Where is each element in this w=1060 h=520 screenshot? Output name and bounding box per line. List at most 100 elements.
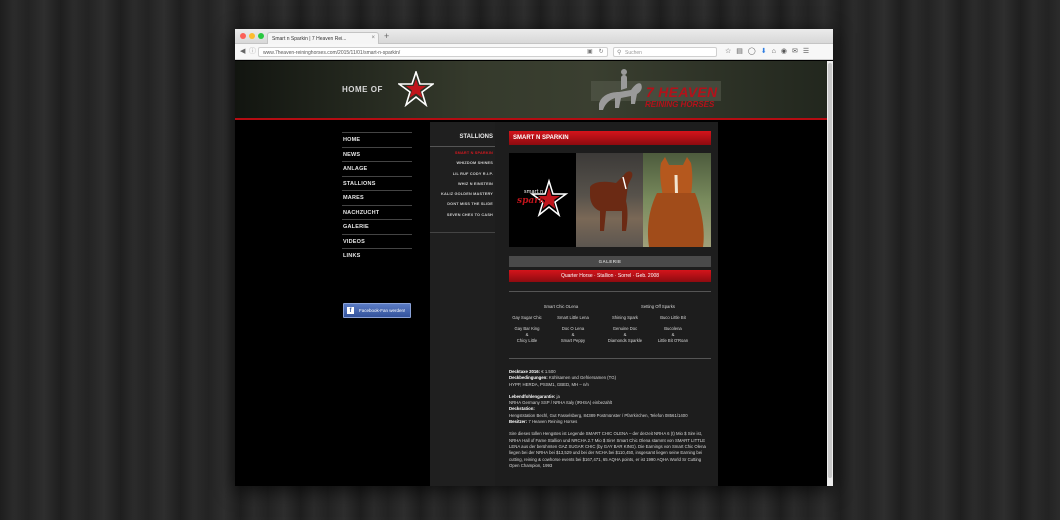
divider: [509, 291, 711, 292]
pedigree-g1b: Chicy Little: [516, 338, 538, 343]
gallery-logo-image[interactable]: sparkin smart n: [509, 153, 576, 247]
chat-icon[interactable]: ✉: [792, 47, 798, 56]
svg-text:sparkin: sparkin: [517, 196, 555, 206]
site-header: HOME OF 7 HEAVEN REINING HORSES: [235, 61, 827, 120]
facebook-label: Facebook-Fan werden!: [359, 308, 406, 313]
stud-details: Decktaxe 2016: € 1.500 Deckbedingungen: …: [509, 369, 711, 475]
search-icon: ⚲: [617, 50, 622, 56]
pedigree-gs4: Buco Little Bit: [660, 315, 686, 320]
stallions-list: SMART N SPARKIN WHIZDOM SHINES LIL RUF C…: [430, 148, 493, 220]
pocket-icon[interactable]: ◯: [748, 47, 756, 56]
back-icon[interactable]: ◀: [240, 47, 245, 56]
scrollbar-thumb[interactable]: [828, 63, 832, 478]
brand-subtitle: REINING HORSES: [645, 100, 715, 109]
reload-icon[interactable]: ↻: [599, 48, 604, 55]
pedigree-sire: Smart Chic OLena: [543, 304, 579, 309]
pedigree-g3b: Diamonds Sparkle: [607, 338, 643, 343]
horse-info-bar: Quarter Horse · Stallion · Sorrel · Geb.…: [509, 270, 711, 282]
pedigree-gs2: Smart Little Lena: [557, 315, 589, 320]
page-scrollbar[interactable]: [827, 61, 833, 486]
description-paragraph: Sire dieses tollen Hengstes ist Legende …: [509, 431, 706, 468]
divider: [430, 232, 495, 233]
lebendfohlen-label: Lebendfohlengarantie:: [509, 393, 556, 399]
decktaxe-label: Decktaxe 2016:: [509, 369, 541, 374]
facebook-icon: f: [347, 307, 354, 314]
address-bar-icons: ▣ ↻: [587, 48, 604, 55]
new-tab-button[interactable]: +: [384, 31, 389, 41]
home-icon[interactable]: ⌂: [772, 47, 776, 56]
pedigree-g4b: Little Bit O'Roan: [657, 338, 689, 343]
download-icon[interactable]: ⬇: [761, 47, 767, 56]
besitzer-label: Besitzer:: [509, 419, 528, 425]
search-input[interactable]: ⚲ Suchen: [613, 47, 717, 57]
nav-item-mares[interactable]: MARES: [342, 190, 412, 205]
stallion-link-seven-chex-to-cash[interactable]: SEVEN CHEX TO CASH: [430, 210, 493, 220]
besitzer-value: 7 Heaven Reining Horses: [528, 419, 578, 425]
page-viewport: HOME OF 7 HEAVEN REINING HORSES HOME NEW…: [235, 61, 833, 486]
nav-item-nachzucht[interactable]: NACHZUCHT: [342, 204, 412, 220]
stallion-link-smart-n-sparkin[interactable]: SMART N SPARKIN: [430, 148, 493, 158]
stallion-link-lil-ruf-cody[interactable]: LIL RUF CODY R.I.P.: [430, 169, 493, 179]
divider: [430, 146, 495, 147]
nav-item-news[interactable]: NEWS: [342, 146, 412, 162]
browser-window: Smart n Sparkin | 7 Heaven Rei... × + ◀ …: [235, 29, 833, 486]
clipboard-icon[interactable]: ▤: [736, 47, 743, 56]
stallion-link-dont-miss-the-slide[interactable]: DONT MISS THE SLIDE: [430, 199, 493, 209]
info-icon[interactable]: ⓘ: [249, 47, 256, 56]
horse-gallery: sparkin smart n: [509, 153, 711, 247]
toolbar-icons: ☆ ▤ ◯ ⬇ ⌂ ◉ ✉ ☰: [725, 47, 809, 56]
deckstation-label: Deckstation:: [509, 406, 535, 412]
svg-text:smart n: smart n: [524, 189, 543, 195]
smart-n-sparkin-logo[interactable]: [398, 71, 434, 107]
station-paragraph: Lebendfohlengarantie: ja NRHA Germany SS…: [509, 394, 711, 425]
search-placeholder: Suchen: [625, 50, 642, 56]
url-text: www.7heaven-reininghorses.com/2015/11/01…: [263, 50, 401, 56]
nav-item-stallions[interactable]: STALLIONS: [342, 175, 412, 191]
divider: [509, 358, 711, 359]
pedigree-gs1: Gay Sugar Chic: [512, 315, 542, 320]
browser-titlebar: Smart n Sparkin | 7 Heaven Rei... × +: [235, 29, 833, 44]
bookmark-star-icon[interactable]: ☆: [725, 47, 731, 56]
page-title: SMART N SPARKIN: [509, 131, 711, 145]
stallion-link-kaliz-golden-mastery[interactable]: KALIZ GOLDEN MASTERY: [430, 189, 493, 199]
stallions-sidebar: STALLIONS SMART N SPARKIN WHIZDOM SHINES…: [430, 122, 495, 486]
nav-item-galerie[interactable]: GALERIE: [342, 219, 412, 234]
facebook-fan-button[interactable]: f Facebook-Fan werden!: [343, 303, 411, 318]
tab-title: Smart n Sparkin | 7 Heaven Rei...: [272, 36, 347, 42]
maximize-window-button[interactable]: [258, 33, 264, 39]
menu-icon[interactable]: ☰: [803, 47, 809, 56]
nav-item-anlage[interactable]: ANLAGE: [342, 161, 412, 176]
pedigree-dam: Setting Off Sparks: [641, 304, 675, 309]
stallion-link-whizdom-shines[interactable]: WHIZDOM SHINES: [430, 158, 493, 168]
reader-view-icon[interactable]: ▣: [587, 48, 593, 55]
deckstation-value: Hengststation Bechl, Gut Fasselsberg, 84…: [509, 412, 688, 418]
decktaxe-value: € 1.500: [541, 369, 556, 374]
gallery-photo-head[interactable]: [643, 153, 711, 247]
horse-head-photo-icon: [647, 157, 704, 247]
window-controls: [240, 33, 264, 39]
close-window-button[interactable]: [240, 33, 246, 39]
nav-item-home[interactable]: HOME: [342, 132, 412, 147]
gallery-photo-full-body[interactable]: [576, 153, 643, 247]
home-of-label: HOME OF: [342, 85, 383, 94]
address-bar[interactable]: www.7heaven-reininghorses.com/2015/11/01…: [258, 47, 608, 57]
browser-tab[interactable]: Smart n Sparkin | 7 Heaven Rei... ×: [267, 32, 379, 44]
tab-close-icon[interactable]: ×: [371, 35, 375, 41]
nav-item-links[interactable]: LINKS: [342, 248, 412, 263]
nrha-text: NRHA Germany SSP / NRHA Italy (IRHSA) ei…: [509, 400, 613, 406]
genetics-text: HYPP, HERDA, PSSM1, GBED, MH – n/n: [509, 381, 589, 387]
sync-icon[interactable]: ◉: [781, 47, 787, 56]
lebendfohlen-value: ja: [556, 393, 560, 399]
stallion-link-whiz-n-einstein[interactable]: WHIZ N EINSTEIN: [430, 179, 493, 189]
stallions-heading: STALLIONS: [459, 134, 493, 140]
fee-paragraph: Decktaxe 2016: € 1.500 Deckbedingungen: …: [509, 369, 711, 388]
minimize-window-button[interactable]: [249, 33, 255, 39]
main-content: SMART N SPARKIN sparkin smart n GALERIE …: [495, 122, 718, 486]
pedigree-gs3: Shining Spark: [611, 315, 639, 320]
nav-item-videos[interactable]: VIDEOS: [342, 233, 412, 249]
horse-photo-icon: [590, 171, 633, 231]
browser-toolbar: ◀ ⓘ www.7heaven-reininghorses.com/2015/1…: [235, 44, 833, 60]
sparkin-star-icon: sparkin smart n: [517, 178, 569, 218]
gallery-button[interactable]: GALERIE: [509, 256, 711, 267]
brand-title[interactable]: 7 HEAVEN: [646, 84, 717, 100]
